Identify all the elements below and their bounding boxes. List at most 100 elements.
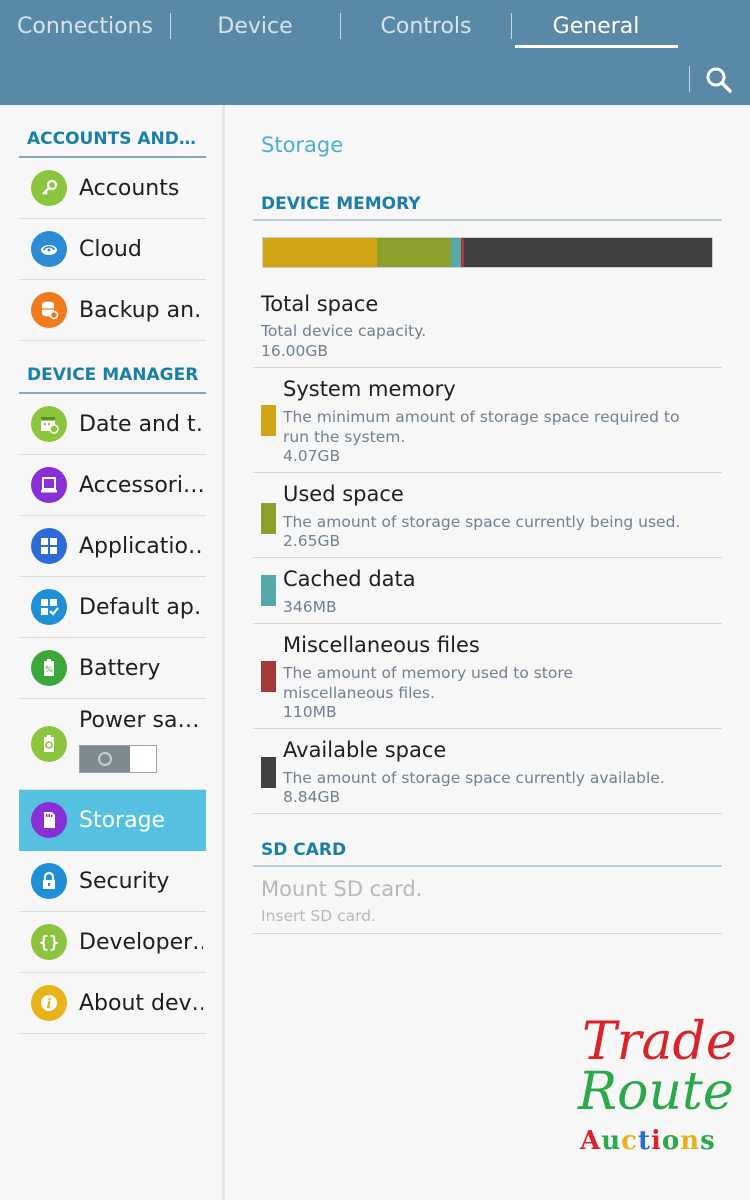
sidebar-item-battery[interactable]: % Battery <box>19 638 206 699</box>
watermark-letter: u <box>601 1126 622 1156</box>
system-memory-row[interactable]: System memory The minimum amount of stor… <box>253 368 722 473</box>
tab-device[interactable]: Device <box>170 0 340 52</box>
sidebar-item-applications[interactable]: Applicatio… <box>19 516 206 577</box>
sidebar-item-security[interactable]: Security <box>19 851 206 912</box>
row-title: System memory <box>283 377 456 401</box>
used-space-swatch <box>261 503 276 534</box>
row-description: Total device capacity. <box>261 322 427 340</box>
trade-route-auctions-watermark: Trade Route Auctions <box>578 1012 737 1162</box>
sidebar-item-label: Cloud <box>79 237 142 262</box>
row-title: Mount SD card. <box>261 877 423 901</box>
sidebar-item-accounts[interactable]: Accounts <box>19 158 206 219</box>
watermark-letter: n <box>680 1126 701 1156</box>
calendar-icon <box>31 406 67 442</box>
row-value: 8.84GB <box>283 788 341 806</box>
available-space-row[interactable]: Available space The amount of storage sp… <box>253 729 722 814</box>
sidebar-item-storage[interactable]: Storage <box>19 790 206 851</box>
sidebar-item-label: Developer… <box>79 930 203 955</box>
row-description: Insert SD card. <box>261 907 376 925</box>
misc-files-row[interactable]: Miscellaneous files The amount of memory… <box>253 624 722 729</box>
sidebar-item-power-saving[interactable]: Power sa… <box>19 699 206 790</box>
accessory-icon <box>31 467 67 503</box>
memory-usage-bar <box>262 237 713 268</box>
watermark-letter: c <box>621 1126 638 1156</box>
memory-bar-segment-available <box>464 238 712 267</box>
sidebar-item-about-device[interactable]: i About dev… <box>19 973 206 1034</box>
page-title: Storage <box>261 133 344 157</box>
row-title: Cached data <box>283 567 416 591</box>
cached-data-row[interactable]: Cached data 346MB <box>253 558 722 624</box>
toggle-off-indicator <box>98 752 112 766</box>
row-value: 110MB <box>283 703 337 721</box>
info-icon: i <box>31 985 67 1021</box>
sidebar-item-label: Accounts <box>79 176 180 201</box>
sidebar-item-label: Security <box>79 869 170 894</box>
row-description: The amount of storage space currently be… <box>283 513 681 531</box>
sd-card-heading: SD CARD <box>253 835 722 867</box>
sidebar-item-default-apps[interactable]: Default ap… <box>19 577 206 638</box>
sidebar-item-label: Power sa… <box>79 708 200 733</box>
memory-bar-segment-used <box>377 238 452 267</box>
row-value: 2.65GB <box>283 532 341 550</box>
sidebar-item-label: Date and t… <box>79 412 203 437</box>
tab-controls[interactable]: Controls <box>341 0 511 52</box>
row-value: 16.00GB <box>261 342 329 360</box>
sidebar-item-accessory[interactable]: Accessori… <box>19 455 206 516</box>
system-memory-swatch <box>261 405 276 436</box>
watermark-letter: t <box>637 1126 651 1156</box>
memory-bar-segment-cached <box>451 238 462 267</box>
sidebar-item-label: Applicatio… <box>79 534 203 559</box>
sidebar-item-date-time[interactable]: Date and t… <box>19 394 206 455</box>
used-space-row[interactable]: Used space The amount of storage space c… <box>253 473 722 558</box>
watermark-letter: s <box>700 1126 716 1156</box>
memory-bar-segment-system <box>263 238 378 267</box>
row-value: 4.07GB <box>283 447 341 465</box>
misc-files-swatch <box>261 661 276 692</box>
total-space-row: Total space Total device capacity. 16.00… <box>253 283 722 368</box>
svg-text:i: i <box>47 997 52 1012</box>
mount-sd-card-row[interactable]: Mount SD card. Insert SD card. <box>253 867 722 934</box>
available-space-swatch <box>261 757 276 788</box>
search-icon[interactable] <box>705 66 733 94</box>
svg-text:{}: {} <box>39 933 59 952</box>
device-memory-heading: DEVICE MEMORY <box>253 189 722 221</box>
backup-icon <box>31 292 67 328</box>
apps-grid-icon <box>31 528 67 564</box>
row-title: Available space <box>283 738 447 762</box>
braces-icon: {} <box>31 924 67 960</box>
sidebar-item-label: Default ap… <box>79 595 203 620</box>
cloud-icon <box>31 231 67 267</box>
power-saving-toggle[interactable] <box>79 745 157 773</box>
row-title: Miscellaneous files <box>283 633 480 657</box>
sidebar-item-cloud[interactable]: Cloud <box>19 219 206 280</box>
cached-data-swatch <box>261 575 276 606</box>
toggle-knob <box>80 746 130 772</box>
lock-icon <box>31 863 67 899</box>
sidebar-item-backup[interactable]: Backup an… <box>19 280 206 341</box>
sidebar-item-label: Battery <box>79 656 161 681</box>
watermark-line-3: Auctions <box>580 1126 716 1156</box>
watermark-letter: i <box>650 1126 662 1156</box>
watermark-letter: A <box>580 1126 602 1156</box>
sidebar-item-label: Storage <box>79 808 166 833</box>
row-title: Used space <box>283 482 404 506</box>
row-value: 346MB <box>283 598 337 616</box>
tab-connections[interactable]: Connections <box>0 0 170 52</box>
sidebar-item-label: Accessori… <box>79 473 203 498</box>
sidebar-item-label: Backup an… <box>79 298 203 323</box>
row-title: Total space <box>261 292 379 316</box>
row-description: The minimum amount of storage space requ… <box>283 408 680 446</box>
sidebar-section-device-manager: DEVICE MANAGER <box>19 358 206 394</box>
key-icon <box>31 170 67 206</box>
sidebar-item-developer[interactable]: {} Developer… <box>19 912 206 973</box>
top-header: Connections Device Controls General <box>0 0 750 105</box>
svg-text:%: % <box>45 665 53 674</box>
sidebar-item-label: About dev… <box>79 991 203 1016</box>
power-saving-icon <box>31 726 67 762</box>
default-apps-icon <box>31 589 67 625</box>
sidebar-section-accounts: ACCOUNTS AND… <box>19 122 206 158</box>
watermark-letter: o <box>661 1126 681 1156</box>
battery-icon: % <box>31 650 67 686</box>
row-description: The amount of storage space currently av… <box>283 769 665 787</box>
toolbar-separator <box>689 66 690 92</box>
